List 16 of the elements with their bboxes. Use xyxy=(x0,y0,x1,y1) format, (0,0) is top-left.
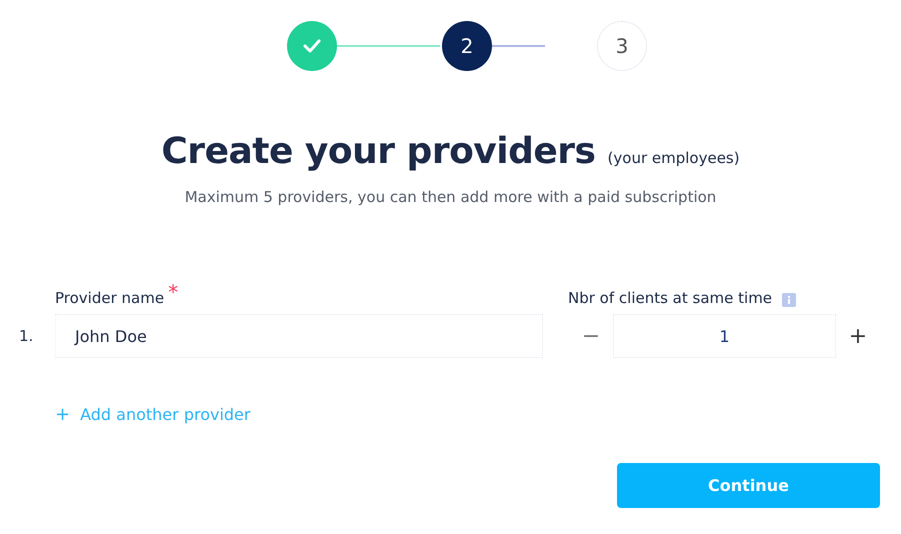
field-label: Nbr of clients at same time xyxy=(568,289,772,307)
step-circle: 2 xyxy=(442,21,492,71)
required-mark: * xyxy=(168,280,178,304)
title-note: (your employees) xyxy=(608,149,740,167)
step-circle: 3 xyxy=(597,21,647,71)
subtitle: Maximum 5 providers, you can then add more with a paid subscription xyxy=(184,188,718,206)
info-icon[interactable] xyxy=(782,293,796,307)
decrement-button[interactable]: − xyxy=(569,324,613,348)
step-connector xyxy=(492,45,544,47)
name-input[interactable]: John Doe xyxy=(55,314,543,358)
count-input[interactable]: 1 xyxy=(613,314,836,358)
row-number: 1. xyxy=(18,327,34,345)
check-icon xyxy=(303,39,321,53)
increment-button[interactable]: + xyxy=(836,324,880,348)
page-title: Create your providers xyxy=(161,131,596,172)
field-label: Provider name xyxy=(55,289,164,307)
